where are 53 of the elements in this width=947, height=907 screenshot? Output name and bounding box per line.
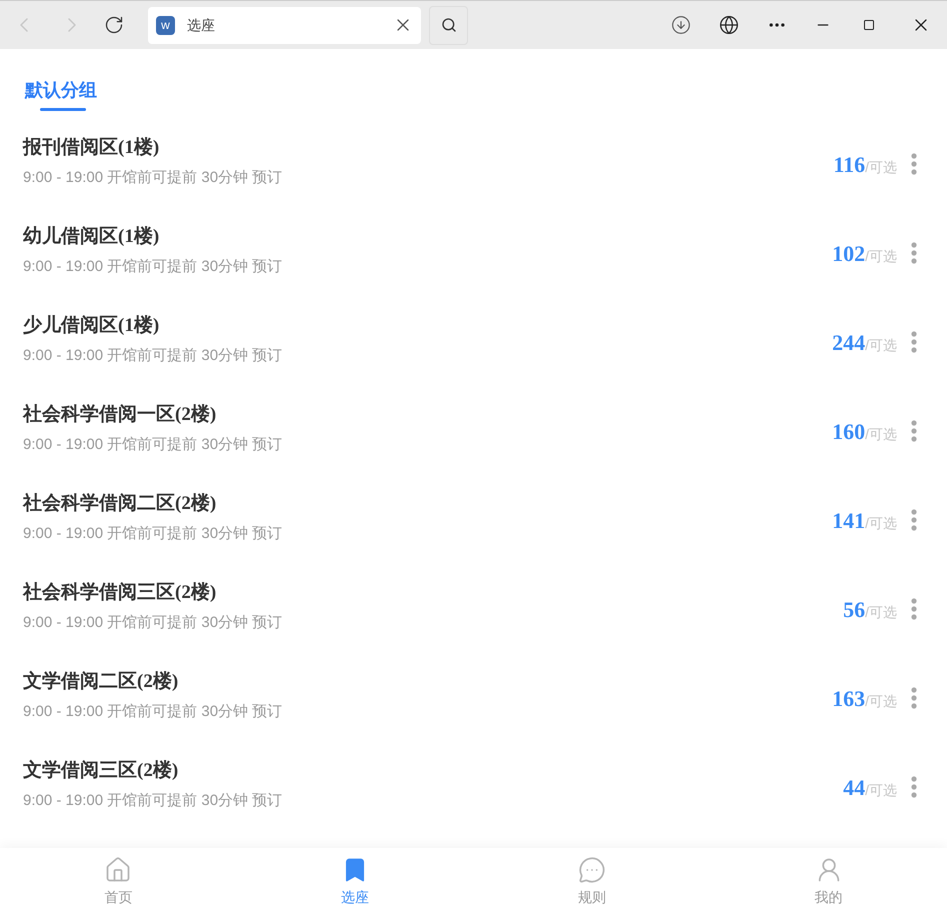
- room-hours: 9:00 - 19:00 开馆前可提前 30分钟 预订: [23, 346, 284, 366]
- available-count: 116: [833, 151, 866, 179]
- tab-underline: [40, 108, 86, 112]
- available-count: 102: [832, 240, 866, 268]
- available-label: /可选: [865, 514, 897, 533]
- room-row[interactable]: 社会科学借阅一区(2楼) 9:00 - 19:00 开馆前可提前 30分钟 预订 160/可选: [0, 403, 947, 492]
- available-label: /可选: [865, 247, 897, 266]
- available-label: /可选: [865, 781, 897, 800]
- globe-icon[interactable]: [719, 15, 739, 36]
- room-hours: 9:00 - 19:00 开馆前可提前 30分钟 预订: [23, 791, 284, 811]
- room-name: 社会科学借阅三区(2楼): [23, 581, 218, 605]
- room-name: 报刊借阅区(1楼): [23, 136, 160, 160]
- group-tab[interactable]: 默认分组: [25, 49, 97, 114]
- room-row[interactable]: 文学借阅二区(2楼) 9:00 - 19:00 开馆前可提前 30分钟 预订 163/可选: [0, 670, 947, 759]
- room-hours: 9:00 - 19:00 开馆前可提前 30分钟 预订: [23, 524, 284, 544]
- available-label: /可选: [865, 425, 897, 444]
- available-count: 160: [832, 418, 866, 446]
- available-count: 44: [843, 774, 866, 802]
- room-hours: 9:00 - 19:00 开馆前可提前 30分钟 预订: [23, 702, 284, 722]
- room-row[interactable]: 报刊借阅区(1楼) 9:00 - 19:00 开馆前可提前 30分钟 预订 116/可选: [0, 136, 947, 225]
- site-logo: w: [156, 16, 175, 35]
- search-icon: [440, 17, 456, 34]
- available-label: /可选: [865, 158, 897, 177]
- room-row[interactable]: 少儿借阅区(1楼) 9:00 - 19:00 开馆前可提前 30分钟 预订 244/可选: [0, 314, 947, 403]
- room-name: 文学借阅三区(2楼): [23, 759, 180, 783]
- available-count: 141: [832, 507, 866, 535]
- room-name: 幼儿借阅区(1楼): [23, 225, 160, 249]
- maximize-icon[interactable]: [863, 19, 875, 32]
- room-hours: 9:00 - 19:00 开馆前可提前 30分钟 预订: [23, 168, 284, 188]
- room-row[interactable]: 社会科学借阅二区(2楼) 9:00 - 19:00 开馆前可提前 30分钟 预订 141/可选: [0, 492, 947, 581]
- home-icon: [104, 856, 132, 884]
- download-icon[interactable]: [671, 15, 691, 36]
- room-name: 社会科学借阅二区(2楼): [23, 492, 218, 516]
- available-count: 56: [843, 596, 866, 624]
- room-hours: 9:00 - 19:00 开馆前可提前 30分钟 预订: [23, 257, 284, 277]
- available-count: 244: [832, 329, 866, 357]
- available-label: /可选: [865, 336, 897, 355]
- chat-icon: [578, 856, 606, 884]
- available-label: /可选: [865, 692, 897, 711]
- available-count: 163: [832, 685, 866, 713]
- available-label: /可选: [865, 603, 897, 622]
- room-hours: 9:00 - 19:00 开馆前可提前 30分钟 预订: [23, 435, 284, 455]
- address-bar[interactable]: w 选座: [148, 6, 421, 44]
- page-title: 选座: [187, 16, 216, 36]
- search-button[interactable]: [429, 6, 468, 45]
- room-row[interactable]: 幼儿借阅区(1楼) 9:00 - 19:00 开馆前可提前 30分钟 预订 102/可选: [0, 225, 947, 314]
- reload-icon[interactable]: [104, 15, 124, 36]
- room-hours: 9:00 - 19:00 开馆前可提前 30分钟 预订: [23, 613, 284, 633]
- room-row[interactable]: 社会科学借阅三区(2楼) 9:00 - 19:00 开馆前可提前 30分钟 预订 56/可选: [0, 581, 947, 670]
- room-row[interactable]: 文学借阅三区(2楼) 9:00 - 19:00 开馆前可提前 30分钟 预订 44/可选: [0, 759, 947, 848]
- room-name: 社会科学借阅一区(2楼): [23, 403, 218, 427]
- room-name: 少儿借阅区(1楼): [23, 314, 160, 338]
- room-name: 文学借阅二区(2楼): [23, 670, 180, 694]
